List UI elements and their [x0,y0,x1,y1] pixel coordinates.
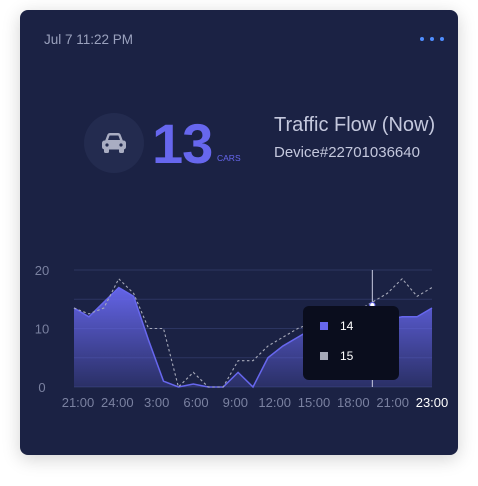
traffic-chart[interactable]: 0 10 20 21:00 24:00 3:00 6:00 9:00 12:00 15:00 18:… [20,10,458,455]
tooltip-value-primary: 14 [340,319,354,333]
tooltip-swatch-secondary [320,352,328,360]
tooltip-row-primary: 14 [320,319,353,333]
y-tick-label: 0 [38,380,45,395]
x-tick-label: 12:00 [258,395,291,410]
traffic-flow-card: Jul 7 11:22 PM 13 CARS Traffic Flow (Now… [20,10,458,455]
tooltip-swatch-primary [320,322,328,330]
x-tick-label: 3:00 [144,395,169,410]
x-tick-label: 23:00 [416,395,449,410]
x-tick-label: 21:00 [376,395,409,410]
tooltip-value-secondary: 15 [340,349,354,363]
tooltip-row-secondary: 15 [320,349,353,363]
x-tick-label: 15:00 [298,395,331,410]
x-tick-label: 21:00 [62,395,95,410]
x-tick-label: 24:00 [101,395,134,410]
y-tick-label: 20 [35,263,49,278]
x-tick-label: 18:00 [337,395,370,410]
y-tick-label: 10 [35,322,49,337]
x-tick-label: 6:00 [183,395,208,410]
x-tick-label: 9:00 [223,395,248,410]
chart-tooltip: 14 15 [303,306,399,380]
